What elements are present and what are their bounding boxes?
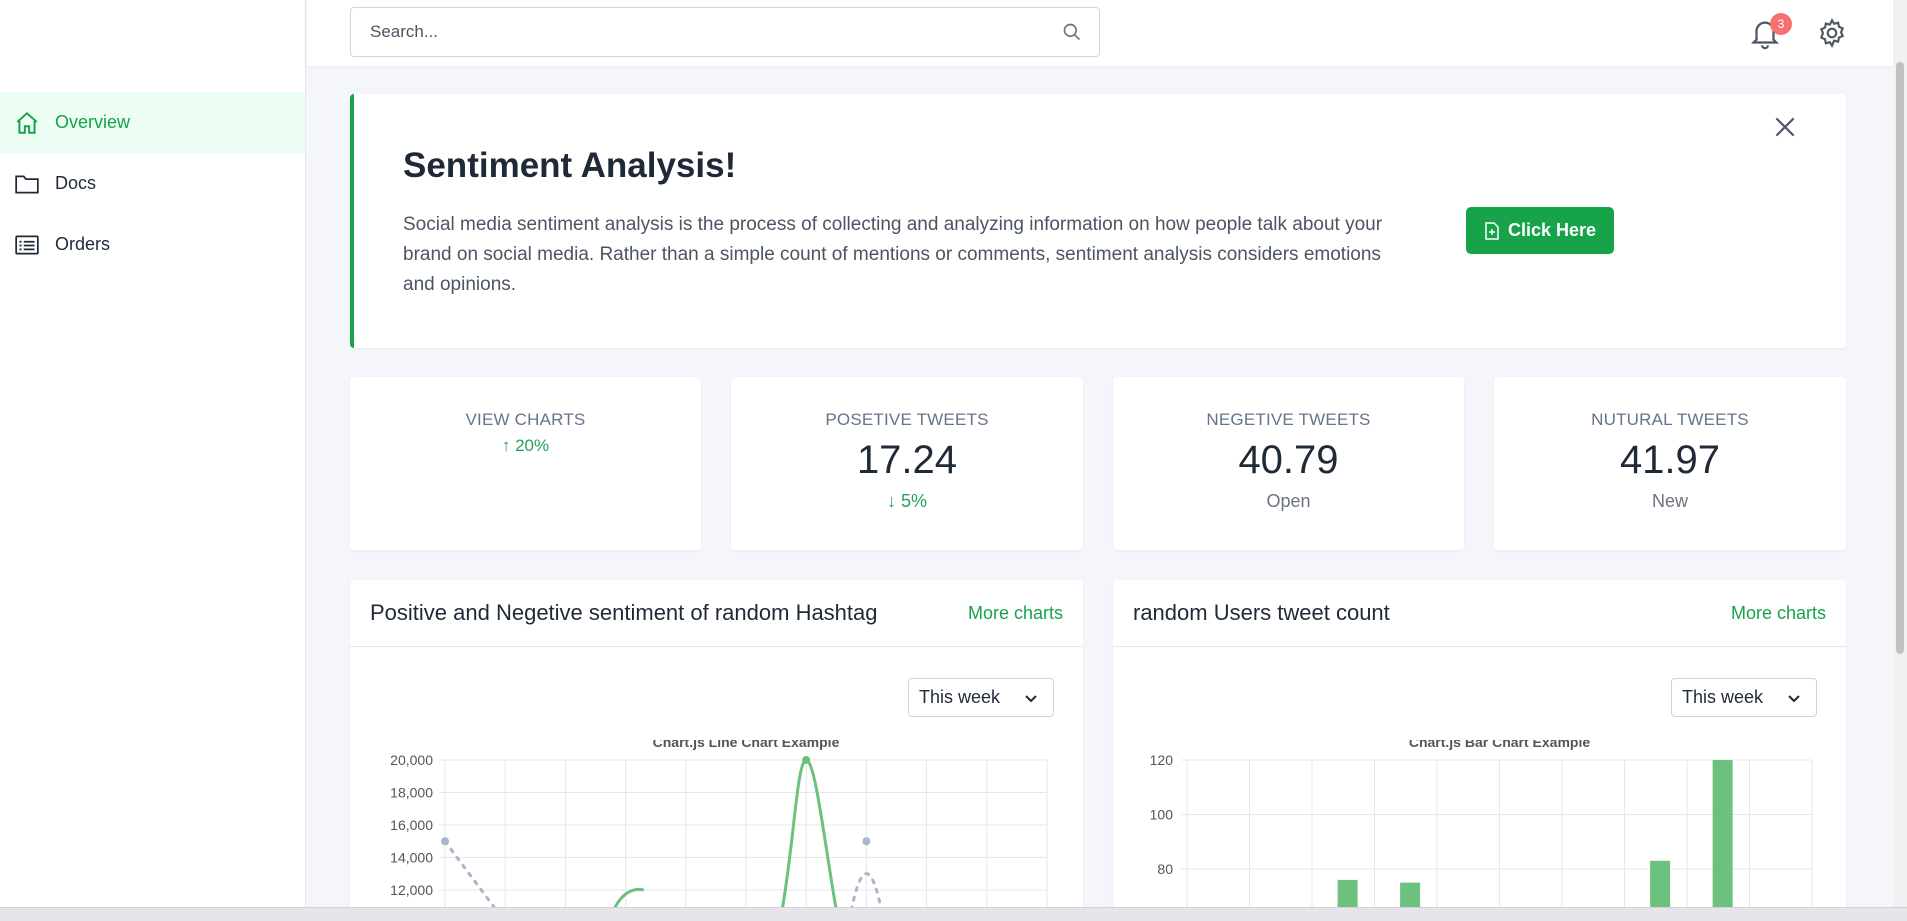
- top-bar: 3: [307, 0, 1893, 66]
- hashtag-sentiment-card: Positive and Negetive sentiment of rando…: [350, 580, 1083, 910]
- banner-title: Sentiment Analysis!: [403, 146, 737, 185]
- list-icon: [15, 234, 39, 255]
- bar: [1337, 879, 1358, 910]
- stat-sub: Open: [1266, 491, 1311, 511]
- line-chart: Chart.js Line Chart Example 20,000 18,000 1…: [390, 740, 1048, 910]
- search-input[interactable]: [351, 8, 1041, 56]
- search-box: [350, 7, 1100, 57]
- chevron-down-icon: [1788, 694, 1800, 702]
- stat-card-negetive-tweets: NEGETIVE TWEETS 40.79 Open: [1113, 377, 1464, 550]
- data-point: [802, 756, 811, 764]
- stat-value: 40.79: [1238, 438, 1339, 482]
- sidebar-item-overview[interactable]: Overview: [0, 92, 305, 153]
- gear-icon[interactable]: [1816, 17, 1848, 49]
- y-tick-label: 12,000: [390, 882, 433, 898]
- stat-value: 41.97: [1619, 438, 1721, 482]
- stat-trend: ↑ 20%: [501, 436, 550, 455]
- stat-value: 17.24: [856, 438, 958, 482]
- bar: [1400, 882, 1421, 910]
- sidebar-item-label: Docs: [55, 173, 97, 193]
- more-charts-link[interactable]: More charts: [968, 603, 1063, 624]
- y-tick-label: 120: [1150, 752, 1174, 768]
- sidebar-item-label: Orders: [55, 234, 111, 254]
- more-charts-link[interactable]: More charts: [1731, 603, 1826, 624]
- series-line: [443, 839, 498, 910]
- period-select[interactable]: This week: [1671, 678, 1817, 717]
- data-point: [441, 837, 449, 846]
- users-tweet-count-card: random Users tweet count More charts Thi…: [1113, 580, 1846, 910]
- bar: [1712, 760, 1733, 910]
- stat-sub: New: [1651, 491, 1688, 511]
- sidebar-item-orders[interactable]: Orders: [0, 214, 305, 275]
- card-header: Positive and Negetive sentiment of rando…: [350, 580, 1083, 647]
- chevron-down-icon: [1025, 694, 1037, 702]
- bar-chart: Chart.js Bar Chart Example 120 100 80: [1150, 740, 1813, 910]
- sidebar-nav: Overview Docs Orders: [0, 92, 305, 275]
- stat-label: VIEW CHARTS: [465, 410, 586, 429]
- period-select-value: This week: [919, 687, 1001, 707]
- notification-badge: 3: [1770, 13, 1792, 35]
- stat-label: NEGETIVE TWEETS: [1206, 410, 1371, 429]
- y-tick-label: 18,000: [390, 785, 433, 801]
- series-line: [612, 758, 838, 910]
- close-icon[interactable]: [1772, 114, 1798, 140]
- chart-title: Chart.js Line Chart Example: [653, 740, 840, 750]
- y-tick-label: 20,000: [390, 752, 433, 768]
- sidebar-item-docs[interactable]: Docs: [0, 153, 305, 214]
- sidebar: Overview Docs Orders: [0, 0, 306, 907]
- stat-trend: ↓ 5%: [886, 491, 928, 511]
- page-scrollbar[interactable]: [1893, 0, 1907, 907]
- home-icon: [16, 111, 38, 134]
- period-select-value: This week: [1682, 687, 1764, 707]
- scrollbar-thumb[interactable]: [1896, 62, 1904, 654]
- bar: [1650, 860, 1671, 910]
- data-point: [862, 837, 871, 846]
- card-header: random Users tweet count More charts: [1113, 580, 1846, 647]
- stat-card-posetive-tweets: POSETIVE TWEETS 17.24 ↓ 5%: [731, 377, 1083, 550]
- click-here-label: Click Here: [1507, 220, 1597, 240]
- click-here-button[interactable]: Click Here: [1466, 207, 1614, 254]
- stat-label: POSETIVE TWEETS: [825, 410, 989, 429]
- sentiment-banner: Sentiment Analysis! Social media sentime…: [350, 94, 1846, 348]
- stat-label: NUTURAL TWEETS: [1591, 410, 1749, 429]
- sidebar-item-label: Overview: [55, 112, 131, 132]
- search-icon[interactable]: [1062, 22, 1082, 42]
- y-tick-label: 80: [1157, 861, 1173, 877]
- y-tick-label: 100: [1150, 807, 1174, 823]
- card-title: Positive and Negetive sentiment of rando…: [370, 600, 878, 625]
- banner-text: Social media sentiment analysis is the p…: [403, 214, 1383, 295]
- folder-icon: [15, 175, 39, 194]
- card-title: random Users tweet count: [1133, 600, 1390, 625]
- period-select[interactable]: This week: [908, 678, 1054, 717]
- y-tick-label: 16,000: [390, 817, 433, 833]
- y-tick-label: 14,000: [390, 850, 433, 866]
- stat-card-view-charts[interactable]: VIEW CHARTS ↑ 20%: [350, 377, 701, 550]
- stat-card-nutural-tweets: NUTURAL TWEETS 41.97 New: [1494, 377, 1846, 550]
- file-plus-icon: [1485, 221, 1499, 240]
- taskbar: [0, 907, 1907, 921]
- chart-title: Chart.js Bar Chart Example: [1409, 740, 1590, 750]
